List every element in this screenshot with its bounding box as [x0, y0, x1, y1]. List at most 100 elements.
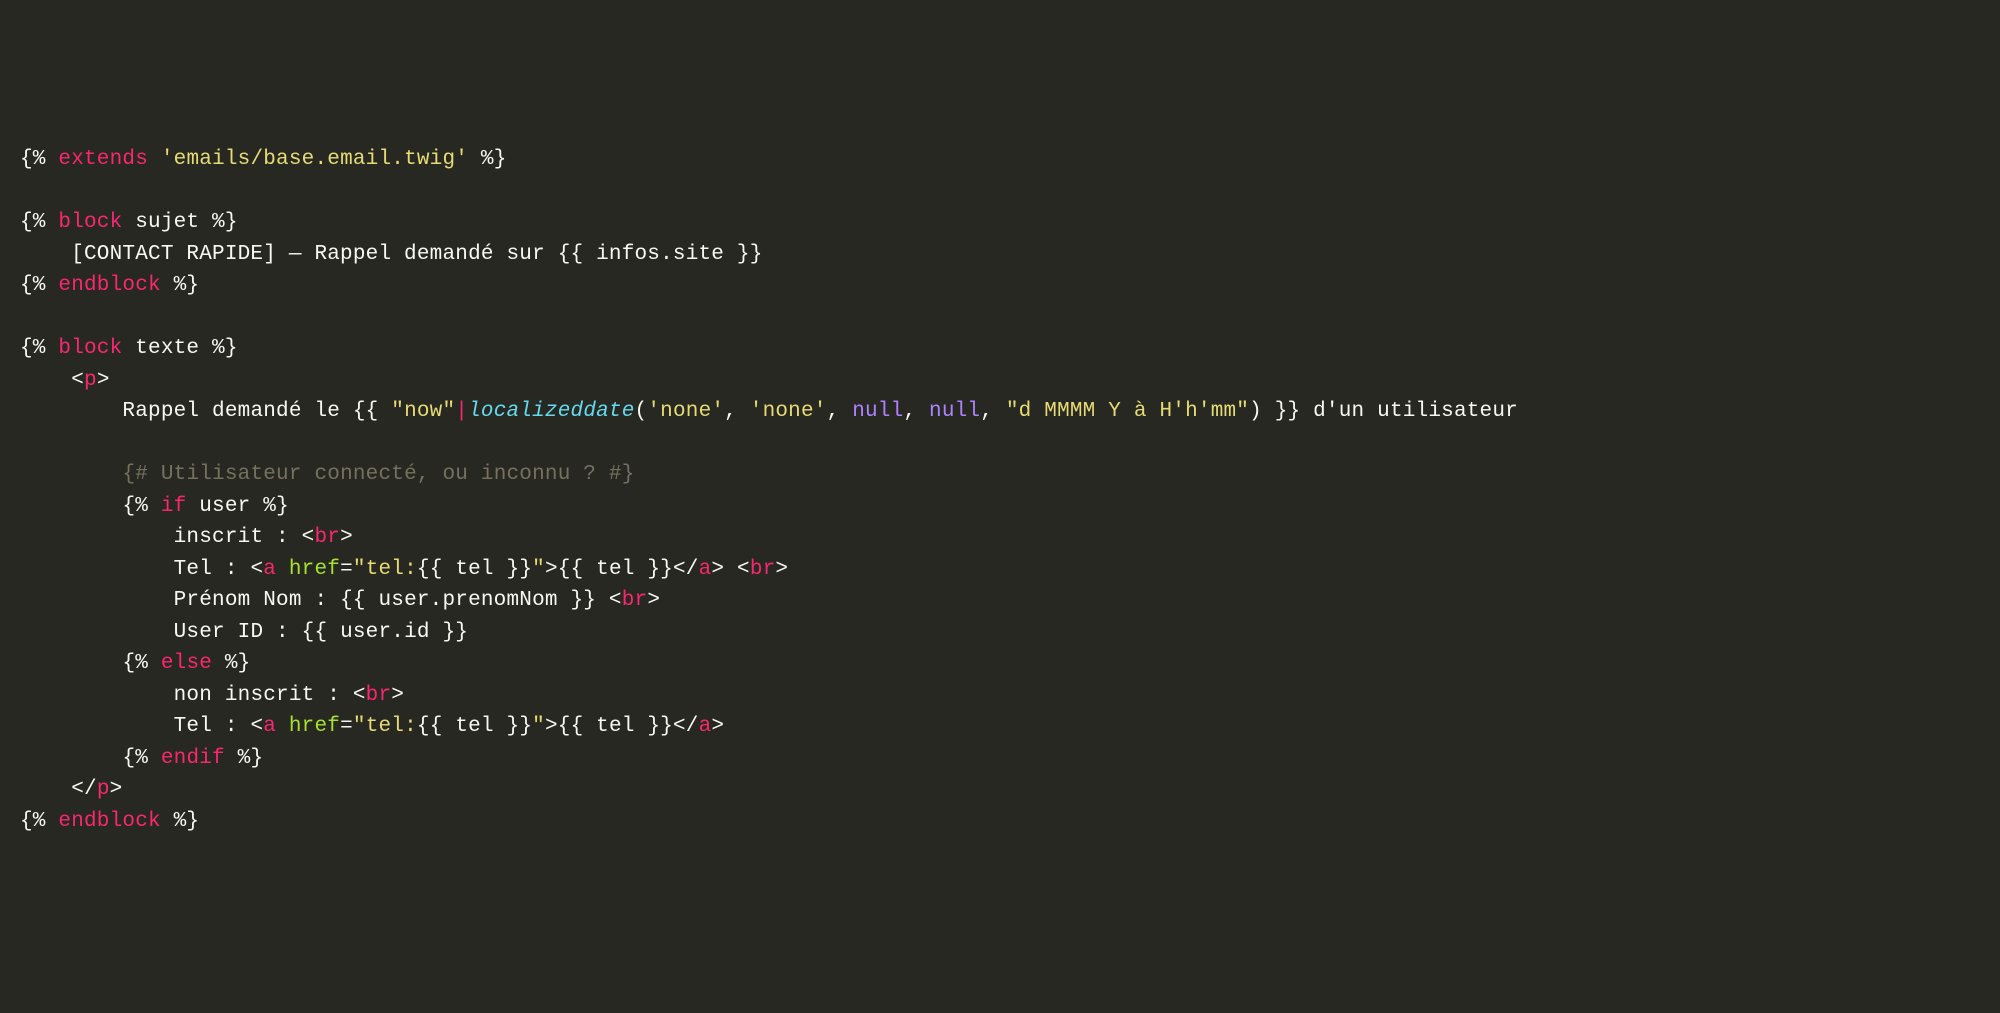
token-text: [276, 558, 289, 581]
token-attr: href: [289, 558, 340, 581]
code-line: User ID : {{ user.id }}: [20, 617, 1980, 649]
token-text: user: [186, 495, 263, 518]
code-editor[interactable]: {% extends 'emails/base.email.twig' %} {…: [20, 144, 1980, 837]
token-tag: br: [314, 526, 340, 549]
token-delim: %}: [161, 274, 199, 297]
token-delim: {{: [558, 558, 596, 581]
token-null: null: [852, 400, 903, 423]
token-guide: [20, 684, 71, 707]
token-text: ,: [980, 400, 1006, 423]
token-null: null: [929, 400, 980, 423]
token-string: "tel:: [353, 715, 417, 738]
token-tag: p: [84, 369, 97, 392]
token-delim: %}: [212, 211, 238, 234]
token-attr: href: [289, 715, 340, 738]
token-text: texte: [122, 337, 212, 360]
token-keyword: if: [161, 495, 187, 518]
token-delim: [148, 148, 161, 171]
code-line: {% block texte %}: [20, 333, 1980, 365]
token-string: 'emails/base.email.twig': [161, 148, 468, 171]
token-text: non inscrit : <: [71, 684, 365, 707]
token-text: ,: [903, 400, 929, 423]
token-guide: [20, 652, 71, 675]
token-keyword: endif: [161, 747, 225, 770]
token-text: >: [545, 558, 558, 581]
token-text: [71, 747, 122, 770]
code-line: {% endblock %}: [20, 270, 1980, 302]
code-line: [20, 428, 1980, 460]
token-text: >: [97, 369, 110, 392]
token-delim: {{: [558, 715, 596, 738]
token-guide: [20, 715, 71, 738]
token-text: >: [340, 526, 353, 549]
token-comment: {# Utilisateur connecté, ou inconnu ? #}: [122, 463, 634, 486]
token-delim: {%: [20, 810, 58, 833]
token-delim: }}: [635, 558, 673, 581]
token-keyword: extends: [58, 148, 148, 171]
token-delim: }}: [558, 589, 596, 612]
token-text: user.id: [340, 621, 430, 644]
token-delim: %}: [263, 495, 289, 518]
token-text: tel: [455, 715, 493, 738]
token-pipe: |: [455, 400, 468, 423]
token-delim: {{: [340, 589, 378, 612]
token-guide: [20, 558, 71, 581]
code-line: [CONTACT RAPIDE] — Rappel demandé sur {{…: [20, 239, 1980, 271]
token-text: Prénom Nom :: [71, 589, 340, 612]
token-delim: {%: [122, 747, 160, 770]
token-tag: p: [97, 778, 110, 801]
token-keyword: block: [58, 211, 122, 234]
token-delim: {%: [20, 211, 58, 234]
token-guide: [20, 747, 71, 770]
code-line: {% extends 'emails/base.email.twig' %}: [20, 144, 1980, 176]
token-string: "d MMMM Y à H'h'mm": [1006, 400, 1249, 423]
token-guide: [20, 621, 71, 644]
token-guide: [20, 526, 71, 549]
code-line: {% block sujet %}: [20, 207, 1980, 239]
token-delim: {%: [20, 274, 58, 297]
token-keyword: endblock: [58, 810, 160, 833]
token-text: [CONTACT RAPIDE] — Rappel demandé sur: [20, 243, 558, 266]
token-guide: [20, 400, 71, 423]
token-string: ": [532, 715, 545, 738]
code-line: non inscrit : <br>: [20, 680, 1980, 712]
token-text: </: [673, 715, 699, 738]
code-line: {% endblock %}: [20, 806, 1980, 838]
code-line: {% else %}: [20, 648, 1980, 680]
token-text: >: [391, 684, 404, 707]
token-tag: a: [263, 715, 276, 738]
token-tag: a: [263, 558, 276, 581]
token-text: tel: [596, 715, 634, 738]
token-delim: {%: [20, 148, 58, 171]
token-delim: }}: [430, 621, 468, 644]
token-keyword: endblock: [58, 274, 160, 297]
token-tag: br: [622, 589, 648, 612]
token-text: ): [1249, 400, 1262, 423]
code-line: [20, 176, 1980, 208]
token-guide: [20, 589, 71, 612]
token-text: >: [110, 778, 123, 801]
token-text: =: [340, 715, 353, 738]
token-text: sujet: [122, 211, 212, 234]
code-line: <p>: [20, 365, 1980, 397]
code-line: Prénom Nom : {{ user.prenomNom }} <br>: [20, 585, 1980, 617]
token-text: user.prenomNom: [378, 589, 557, 612]
token-keyword: block: [58, 337, 122, 360]
token-text: Tel : <: [71, 558, 263, 581]
token-text: <: [596, 589, 622, 612]
token-delim: %}: [212, 652, 250, 675]
token-delim: {%: [122, 652, 160, 675]
code-line: Rappel demandé le {{ "now"|localizeddate…: [20, 396, 1980, 428]
token-text: </: [71, 778, 97, 801]
token-text: [276, 715, 289, 738]
token-guide: [20, 778, 71, 801]
token-text: (: [635, 400, 648, 423]
token-text: tel: [455, 558, 493, 581]
token-func: localizeddate: [468, 400, 634, 423]
token-text: [71, 495, 122, 518]
token-text: </: [673, 558, 699, 581]
token-text: ,: [827, 400, 853, 423]
token-string: "now": [391, 400, 455, 423]
token-guide: [20, 369, 71, 392]
token-delim: %}: [212, 337, 238, 360]
